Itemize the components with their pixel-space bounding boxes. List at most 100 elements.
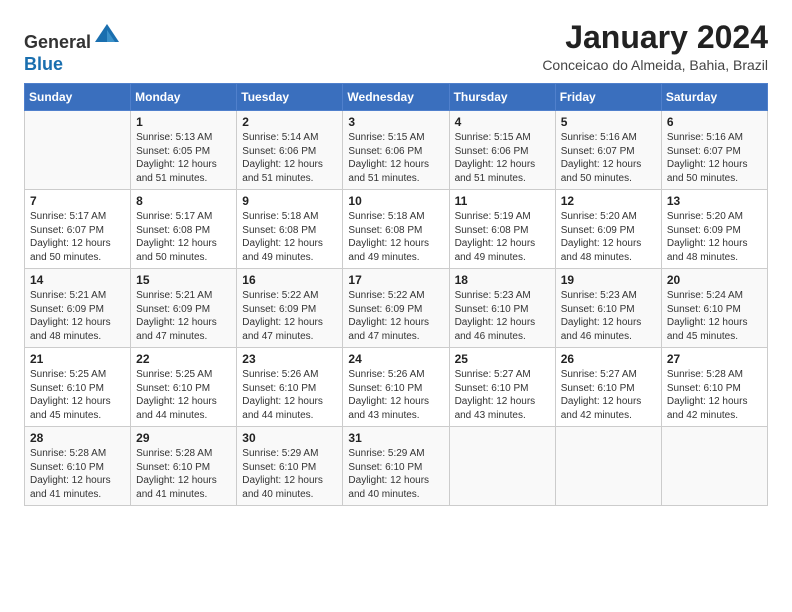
calendar-cell: 22 Sunrise: 5:25 AM Sunset: 6:10 PM Dayli…	[131, 348, 237, 427]
day-header-wednesday: Wednesday	[343, 84, 449, 111]
day-number: 10	[348, 194, 443, 208]
calendar-cell: 21Sunrise: 5:25 AM Sunset: 6:10 PM Dayli…	[25, 348, 131, 427]
calendar-title: January 2024	[542, 20, 768, 55]
calendar-cell: 4 Sunrise: 5:15 AM Sunset: 6:06 PM Daylig…	[449, 111, 555, 190]
day-info: Sunrise: 5:29 AM Sunset: 6:10 PM Dayligh…	[242, 447, 337, 501]
calendar-header-row: SundayMondayTuesdayWednesdayThursdayFrid…	[25, 84, 768, 111]
day-info: Sunrise: 5:18 AM Sunset: 6:08 PM Dayligh…	[242, 210, 337, 264]
day-header-tuesday: Tuesday	[237, 84, 343, 111]
calendar-cell: 14 Sunrise: 5:21 AM Sunset: 6:09 PM Dayli…	[25, 269, 131, 348]
day-number: 22	[136, 352, 231, 366]
calendar-cell: 18Sunrise: 5:23 AM Sunset: 6:10 PM Dayli…	[449, 269, 555, 348]
logo-general: General	[24, 32, 91, 52]
day-number: 28	[30, 431, 125, 445]
day-info: Sunrise: 5:18 AM Sunset: 6:08 PM Dayligh…	[348, 210, 443, 264]
day-header-thursday: Thursday	[449, 84, 555, 111]
day-info: Sunrise: 5:25 AM Sunset: 6:10 PM Dayligh…	[136, 368, 231, 422]
calendar-cell: 19 Sunrise: 5:23 AM Sunset: 6:10 PM Dayli…	[555, 269, 661, 348]
calendar-cell	[449, 427, 555, 506]
calendar-cell: 10 Sunrise: 5:18 AM Sunset: 6:08 PM Dayli…	[343, 190, 449, 269]
calendar-cell: 28 Sunrise: 5:28 AM Sunset: 6:10 PM Dayli…	[25, 427, 131, 506]
day-number: 7	[30, 194, 125, 208]
day-number: 31	[348, 431, 443, 445]
day-number: 15	[136, 273, 231, 287]
day-info: Sunrise: 5:14 AM Sunset: 6:06 PM Dayligh…	[242, 131, 337, 185]
day-info: Sunrise: 5:29 AM Sunset: 6:10 PM Dayligh…	[348, 447, 443, 501]
calendar-cell: 17 Sunrise: 5:22 AM Sunset: 6:09 PM Dayli…	[343, 269, 449, 348]
calendar-week-row: 14 Sunrise: 5:21 AM Sunset: 6:09 PM Dayli…	[25, 269, 768, 348]
logo-icon	[93, 20, 121, 48]
calendar-cell: 1 Sunrise: 5:13 AM Sunset: 6:05 PM Daylig…	[131, 111, 237, 190]
calendar-cell: 29 Sunrise: 5:28 AM Sunset: 6:10 PM Dayli…	[131, 427, 237, 506]
calendar-cell: 9 Sunrise: 5:18 AM Sunset: 6:08 PM Daylig…	[237, 190, 343, 269]
calendar-week-row: 28 Sunrise: 5:28 AM Sunset: 6:10 PM Dayli…	[25, 427, 768, 506]
day-number: 2	[242, 115, 337, 129]
calendar-week-row: 7 Sunrise: 5:17 AM Sunset: 6:07 PM Daylig…	[25, 190, 768, 269]
calendar-subtitle: Conceicao do Almeida, Bahia, Brazil	[542, 57, 768, 73]
calendar-cell: 2 Sunrise: 5:14 AM Sunset: 6:06 PM Daylig…	[237, 111, 343, 190]
calendar-cell: 30 Sunrise: 5:29 AM Sunset: 6:10 PM Dayli…	[237, 427, 343, 506]
calendar-cell	[661, 427, 767, 506]
day-number: 18	[455, 273, 550, 287]
day-info: Sunrise: 5:16 AM Sunset: 6:07 PM Dayligh…	[561, 131, 656, 185]
day-info: Sunrise: 5:15 AM Sunset: 6:06 PM Dayligh…	[455, 131, 550, 185]
calendar-cell: 20 Sunrise: 5:24 AM Sunset: 6:10 PM Dayli…	[661, 269, 767, 348]
day-number: 30	[242, 431, 337, 445]
day-number: 11	[455, 194, 550, 208]
day-number: 13	[667, 194, 762, 208]
logo-blue: Blue	[24, 54, 63, 74]
day-info: Sunrise: 5:20 AM Sunset: 6:09 PM Dayligh…	[667, 210, 762, 264]
day-info: Sunrise: 5:25 AM Sunset: 6:10 PM Dayligh…	[30, 368, 125, 422]
day-number: 6	[667, 115, 762, 129]
calendar-cell: 27 Sunrise: 5:28 AM Sunset: 6:10 PM Dayli…	[661, 348, 767, 427]
day-info: Sunrise: 5:17 AM Sunset: 6:07 PM Dayligh…	[30, 210, 125, 264]
calendar-cell: 24Sunrise: 5:26 AM Sunset: 6:10 PM Dayli…	[343, 348, 449, 427]
day-number: 16	[242, 273, 337, 287]
day-number: 9	[242, 194, 337, 208]
page-header: General Blue January 2024 Conceicao do A…	[24, 20, 768, 75]
day-info: Sunrise: 5:27 AM Sunset: 6:10 PM Dayligh…	[455, 368, 550, 422]
calendar-table: SundayMondayTuesdayWednesdayThursdayFrid…	[24, 83, 768, 506]
day-header-sunday: Sunday	[25, 84, 131, 111]
day-info: Sunrise: 5:23 AM Sunset: 6:10 PM Dayligh…	[561, 289, 656, 343]
day-number: 4	[455, 115, 550, 129]
calendar-cell: 23Sunrise: 5:26 AM Sunset: 6:10 PM Dayli…	[237, 348, 343, 427]
day-number: 3	[348, 115, 443, 129]
day-number: 1	[136, 115, 231, 129]
day-info: Sunrise: 5:26 AM Sunset: 6:10 PM Dayligh…	[242, 368, 337, 422]
day-info: Sunrise: 5:22 AM Sunset: 6:09 PM Dayligh…	[348, 289, 443, 343]
day-info: Sunrise: 5:20 AM Sunset: 6:09 PM Dayligh…	[561, 210, 656, 264]
day-info: Sunrise: 5:24 AM Sunset: 6:10 PM Dayligh…	[667, 289, 762, 343]
day-number: 24	[348, 352, 443, 366]
calendar-cell: 25 Sunrise: 5:27 AM Sunset: 6:10 PM Dayli…	[449, 348, 555, 427]
day-info: Sunrise: 5:21 AM Sunset: 6:09 PM Dayligh…	[30, 289, 125, 343]
day-number: 27	[667, 352, 762, 366]
day-number: 17	[348, 273, 443, 287]
day-info: Sunrise: 5:28 AM Sunset: 6:10 PM Dayligh…	[30, 447, 125, 501]
day-info: Sunrise: 5:17 AM Sunset: 6:08 PM Dayligh…	[136, 210, 231, 264]
calendar-cell: 16Sunrise: 5:22 AM Sunset: 6:09 PM Dayli…	[237, 269, 343, 348]
day-info: Sunrise: 5:16 AM Sunset: 6:07 PM Dayligh…	[667, 131, 762, 185]
day-number: 25	[455, 352, 550, 366]
day-number: 14	[30, 273, 125, 287]
day-info: Sunrise: 5:28 AM Sunset: 6:10 PM Dayligh…	[136, 447, 231, 501]
day-header-monday: Monday	[131, 84, 237, 111]
calendar-cell: 3 Sunrise: 5:15 AM Sunset: 6:06 PM Daylig…	[343, 111, 449, 190]
day-number: 29	[136, 431, 231, 445]
day-header-friday: Friday	[555, 84, 661, 111]
day-info: Sunrise: 5:19 AM Sunset: 6:08 PM Dayligh…	[455, 210, 550, 264]
calendar-week-row: 1 Sunrise: 5:13 AM Sunset: 6:05 PM Daylig…	[25, 111, 768, 190]
day-info: Sunrise: 5:15 AM Sunset: 6:06 PM Dayligh…	[348, 131, 443, 185]
calendar-cell: 6 Sunrise: 5:16 AM Sunset: 6:07 PM Daylig…	[661, 111, 767, 190]
calendar-cell	[25, 111, 131, 190]
calendar-cell: 31 Sunrise: 5:29 AM Sunset: 6:10 PM Dayli…	[343, 427, 449, 506]
day-info: Sunrise: 5:28 AM Sunset: 6:10 PM Dayligh…	[667, 368, 762, 422]
title-block: January 2024 Conceicao do Almeida, Bahia…	[542, 20, 768, 73]
calendar-cell: 15 Sunrise: 5:21 AM Sunset: 6:09 PM Dayli…	[131, 269, 237, 348]
day-number: 20	[667, 273, 762, 287]
calendar-cell: 12Sunrise: 5:20 AM Sunset: 6:09 PM Dayli…	[555, 190, 661, 269]
day-number: 19	[561, 273, 656, 287]
day-info: Sunrise: 5:13 AM Sunset: 6:05 PM Dayligh…	[136, 131, 231, 185]
day-info: Sunrise: 5:21 AM Sunset: 6:09 PM Dayligh…	[136, 289, 231, 343]
calendar-cell: 26Sunrise: 5:27 AM Sunset: 6:10 PM Dayli…	[555, 348, 661, 427]
